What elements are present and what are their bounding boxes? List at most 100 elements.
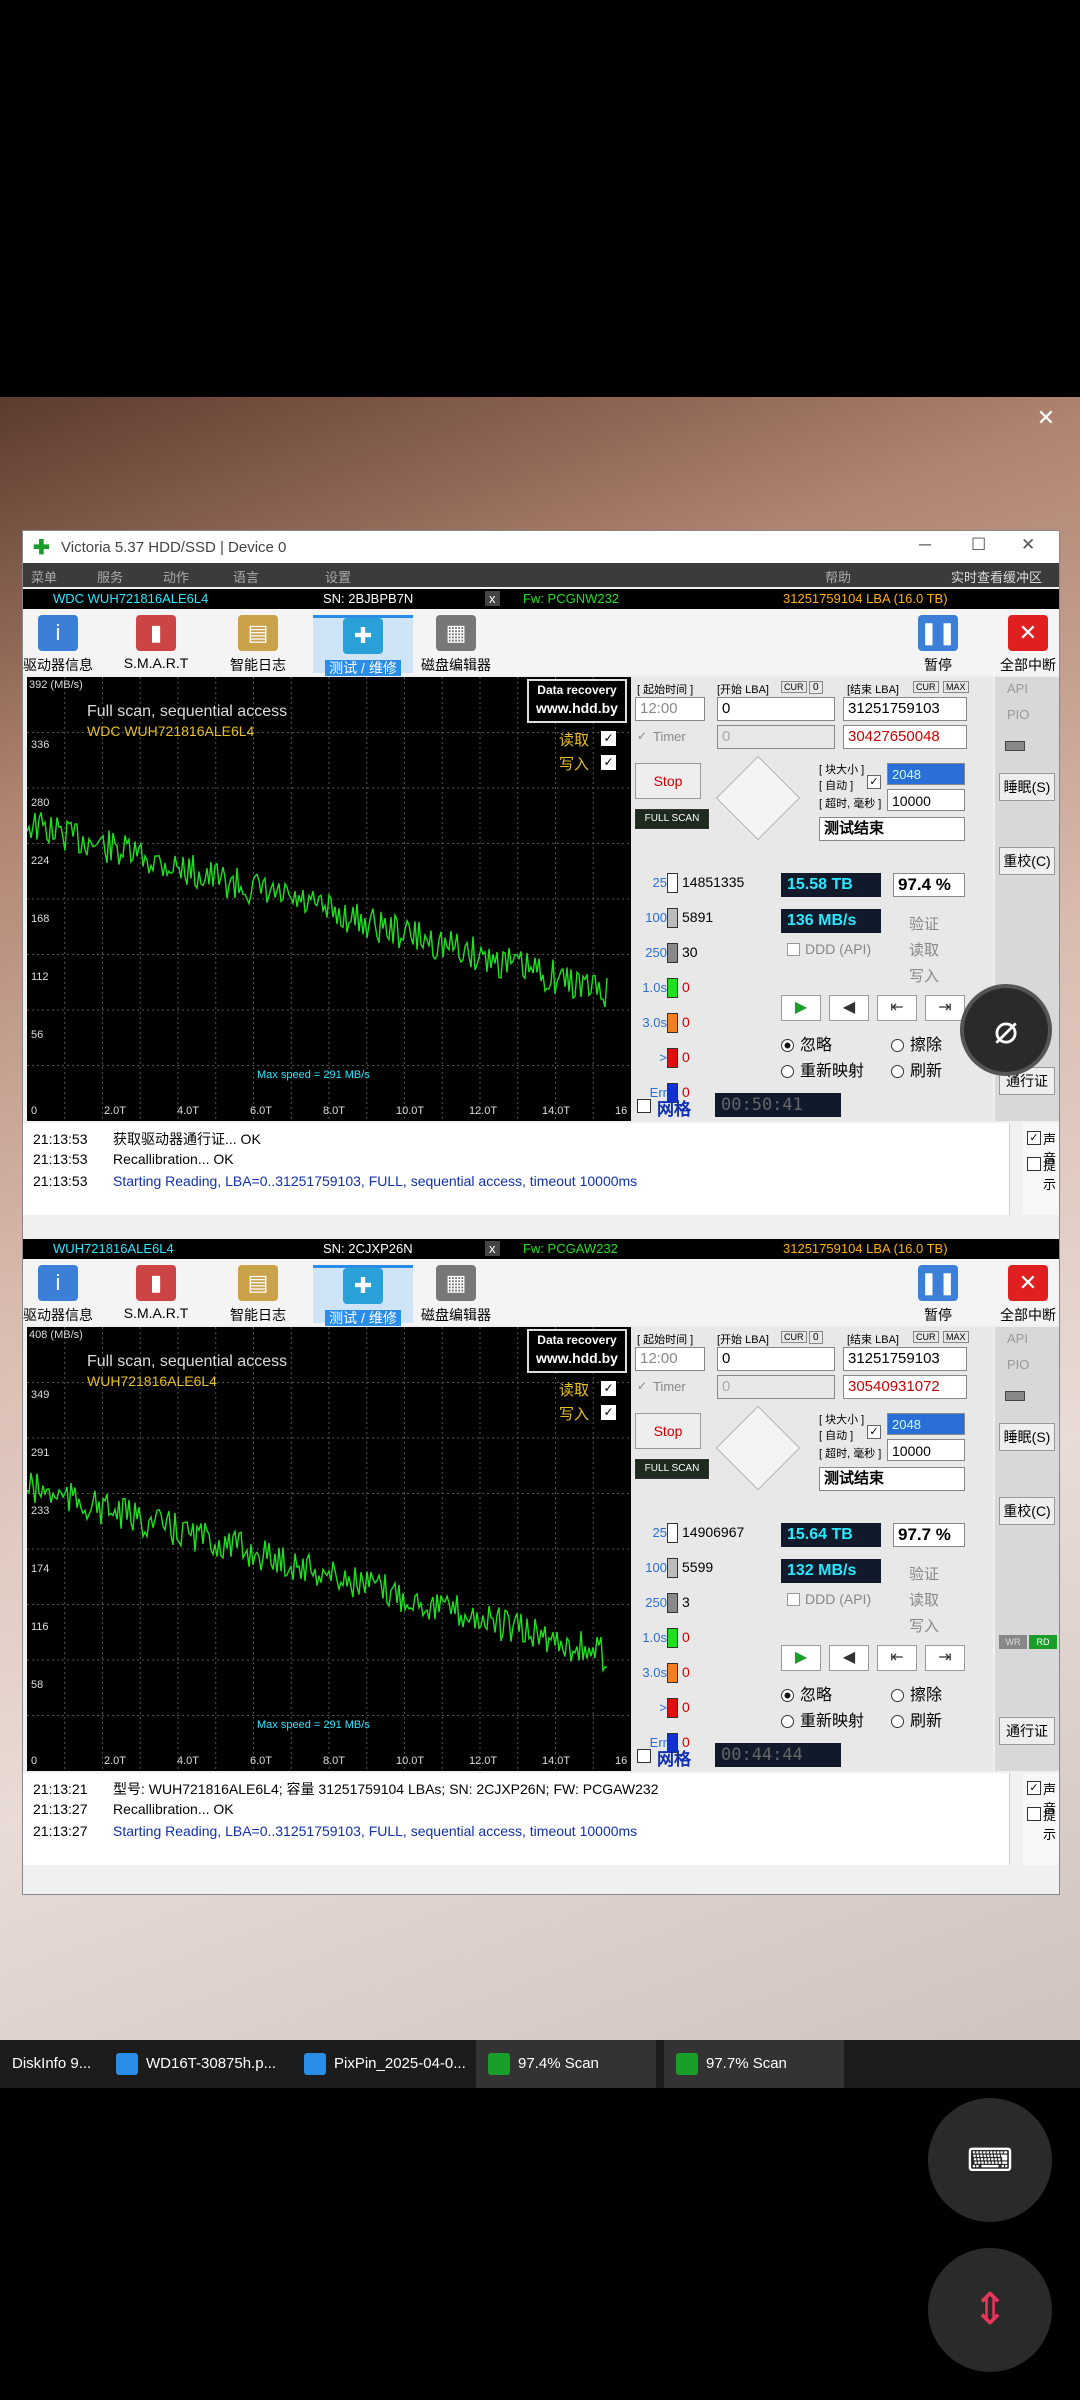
close-button[interactable]: ✕ <box>1021 535 1035 555</box>
block-size-select[interactable]: 2048 <box>887 763 965 785</box>
hints-checkbox[interactable] <box>1027 1157 1041 1171</box>
read-radio[interactable]: 读取 <box>909 1589 939 1610</box>
menu-item[interactable]: 动作 <box>163 567 189 586</box>
start-lba-field[interactable]: 0 <box>717 1347 835 1371</box>
start-time-field[interactable]: 12:00 <box>635 697 705 721</box>
log-scrollbar[interactable] <box>1009 1123 1023 1215</box>
timeout-select[interactable]: 10000 <box>887 789 965 811</box>
auto-checkbox[interactable]: ✓ <box>867 1425 881 1439</box>
stop-button[interactable]: Stop <box>635 1413 701 1449</box>
sleep-button[interactable]: 睡眠(S) <box>999 1423 1055 1451</box>
refresh-option[interactable]: 刷新 <box>891 1057 942 1081</box>
stop-button[interactable]: Stop <box>635 763 701 799</box>
read-checkbox[interactable]: ✓ <box>601 731 616 746</box>
cache-view-toggle[interactable]: 实时查看缓冲区 <box>951 567 1042 586</box>
smart-log-button[interactable]: ▤ 智能日志 <box>223 615 293 673</box>
recalibrate-button[interactable]: 重校(C) <box>999 1497 1055 1525</box>
api-radio[interactable]: API <box>1007 1331 1028 1346</box>
direction-pad[interactable] <box>715 755 801 841</box>
close-drive-icon[interactable]: x <box>485 1241 500 1256</box>
taskbar-item[interactable]: 97.7% Scan <box>664 2040 844 2088</box>
menu-item[interactable]: 服务 <box>97 567 123 586</box>
start-lba-field[interactable]: 0 <box>717 697 835 721</box>
minimize-button[interactable]: ─ <box>919 535 931 555</box>
auto-checkbox[interactable]: ✓ <box>867 775 881 789</box>
skip-end-icon[interactable]: ⇥ <box>925 1645 965 1671</box>
sleep-button[interactable]: 睡眠(S) <box>999 773 1055 801</box>
write-checkbox[interactable]: ✓ <box>601 1405 616 1420</box>
skip-back-icon[interactable]: ⇤ <box>877 995 917 1021</box>
timer-field[interactable]: 0 <box>717 1375 835 1399</box>
remap-option[interactable]: 重新映射 <box>781 1057 864 1081</box>
play-icon[interactable]: ▶ <box>781 1645 821 1671</box>
ddd-checkbox[interactable] <box>787 943 800 956</box>
ignore-option[interactable]: 忽略 <box>781 1681 832 1705</box>
skip-back-icon[interactable]: ⇤ <box>877 1645 917 1671</box>
back-icon[interactable]: ◀ <box>829 1645 869 1671</box>
recalibrate-button[interactable]: 重校(C) <box>999 847 1055 875</box>
play-icon[interactable]: ▶ <box>781 995 821 1021</box>
skip-end-icon[interactable]: ⇥ <box>925 995 965 1021</box>
write-radio[interactable]: 写入 <box>909 1615 939 1636</box>
pio-radio[interactable]: PIO <box>1007 707 1029 722</box>
drive-info-button[interactable]: i 驱动器信息 <box>23 615 93 673</box>
test-repair-tab[interactable]: ✚ 测试 / 维修 <box>313 1265 413 1326</box>
timer-checkbox[interactable]: ✓ <box>637 1379 647 1393</box>
ddd-checkbox[interactable] <box>787 1593 800 1606</box>
start-time-field[interactable]: 12:00 <box>635 1347 705 1371</box>
smart-button[interactable]: ▮ S.M.A.R.T <box>121 1265 191 1323</box>
erase-option[interactable]: 擦除 <box>891 1681 942 1705</box>
end-lba-field[interactable]: 31251759103 <box>843 1347 967 1371</box>
sound-checkbox[interactable]: ✓ <box>1027 1131 1041 1145</box>
menu-help[interactable]: 帮助 <box>825 567 851 586</box>
sound-checkbox[interactable]: ✓ <box>1027 1781 1041 1795</box>
passport-button[interactable]: 通行证 <box>999 1717 1055 1745</box>
disk-editor-button[interactable]: ▦ 磁盘编辑器 <box>421 1265 491 1323</box>
disk-editor-button[interactable]: ▦ 磁盘编辑器 <box>421 615 491 673</box>
timeout-select[interactable]: 10000 <box>887 1439 965 1461</box>
end-action-select[interactable]: 测试结束 <box>819 817 965 841</box>
full-scan-button[interactable]: FULL SCAN <box>635 809 709 829</box>
smart-log-button[interactable]: ▤ 智能日志 <box>223 1265 293 1323</box>
menu-item[interactable]: 语言 <box>233 567 259 586</box>
hints-checkbox[interactable] <box>1027 1807 1041 1821</box>
menu-item[interactable]: 菜单 <box>31 567 57 586</box>
maximize-button[interactable]: ☐ <box>971 535 986 555</box>
grid-checkbox[interactable] <box>637 1749 651 1763</box>
write-checkbox[interactable]: ✓ <box>601 755 616 770</box>
end-action-select[interactable]: 测试结束 <box>819 1467 965 1491</box>
back-icon[interactable]: ◀ <box>829 995 869 1021</box>
read-radio[interactable]: 读取 <box>909 939 939 960</box>
direction-pad[interactable] <box>715 1405 801 1491</box>
erase-option[interactable]: 擦除 <box>891 1031 942 1055</box>
expand-arrows-icon[interactable]: ⇕ <box>928 2248 1052 2372</box>
timer-field[interactable]: 0 <box>717 725 835 749</box>
verify-radio[interactable]: 验证 <box>909 1563 939 1584</box>
taskbar-item[interactable]: WD16T-30875h.p... <box>104 2040 284 2088</box>
log-scrollbar[interactable] <box>1009 1773 1023 1865</box>
read-checkbox[interactable]: ✓ <box>601 1381 616 1396</box>
end-lba-field[interactable]: 31251759103 <box>843 697 967 721</box>
abort-all-button[interactable]: ✕ 全部中断 <box>993 1265 1063 1323</box>
close-drive-icon[interactable]: x <box>485 591 500 606</box>
pio-radio[interactable]: PIO <box>1007 1357 1029 1372</box>
full-scan-button[interactable]: FULL SCAN <box>635 1459 709 1479</box>
floating-assist-button[interactable]: ⌀ <box>960 984 1052 1076</box>
remap-option[interactable]: 重新映射 <box>781 1707 864 1731</box>
abort-all-button[interactable]: ✕ 全部中断 <box>993 615 1063 673</box>
ignore-option[interactable]: 忽略 <box>781 1031 832 1055</box>
write-radio[interactable]: 写入 <box>909 965 939 986</box>
api-radio[interactable]: API <box>1007 681 1028 696</box>
unpin-icon[interactable]: ✕ <box>1020 402 1072 434</box>
refresh-option[interactable]: 刷新 <box>891 1707 942 1731</box>
taskbar-item[interactable]: PixPin_2025-04-0... <box>292 2040 472 2088</box>
test-repair-tab[interactable]: ✚ 测试 / 维修 <box>313 615 413 676</box>
drive-info-button[interactable]: i 驱动器信息 <box>23 1265 93 1323</box>
timer-checkbox[interactable]: ✓ <box>637 729 647 743</box>
taskbar-item[interactable]: DiskInfo 9... <box>0 2040 100 2088</box>
verify-radio[interactable]: 验证 <box>909 913 939 934</box>
block-size-select[interactable]: 2048 <box>887 1413 965 1435</box>
pause-button[interactable]: ❚❚ 暂停 <box>903 1265 973 1323</box>
grid-checkbox[interactable] <box>637 1099 651 1113</box>
pause-button[interactable]: ❚❚ 暂停 <box>903 615 973 673</box>
